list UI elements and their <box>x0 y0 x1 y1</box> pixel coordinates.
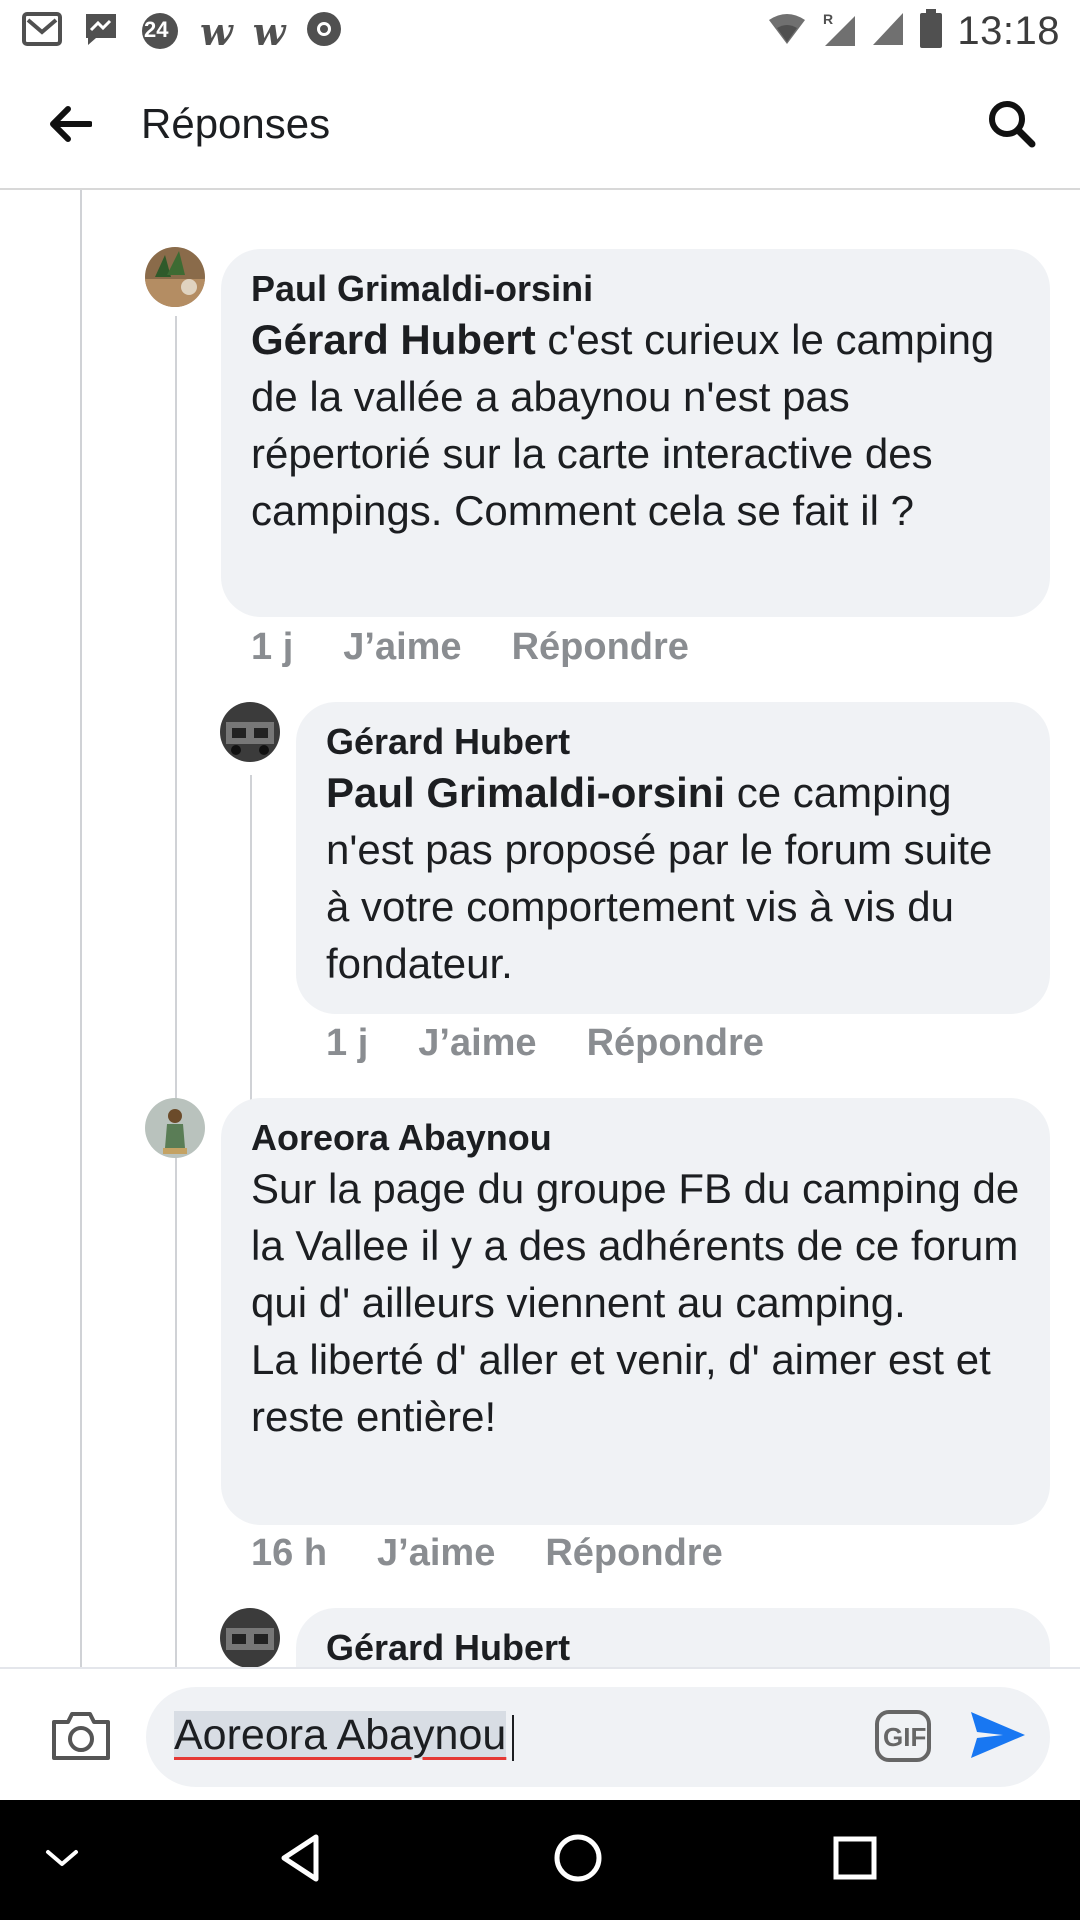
comment-actions: 1 j J’aime Répondre <box>326 1022 764 1065</box>
gif-button[interactable]: GIF <box>874 1709 932 1763</box>
chrome-icon <box>305 10 343 53</box>
comment-text: Paul Grimaldi-orsini ce camping n'est pa… <box>326 769 993 987</box>
like-button[interactable]: J’aime <box>343 626 461 669</box>
comment-author[interactable]: Gérard Hubert <box>326 1626 1020 1667</box>
gif-label: GIF <box>883 1722 927 1752</box>
comment-bubble[interactable]: Aoreora Abaynou Sur la page du groupe FB… <box>221 1098 1050 1525</box>
comment-actions: 1 j J’aime Répondre <box>251 626 689 669</box>
avatar[interactable] <box>220 702 280 762</box>
keyboard-hide-button[interactable] <box>30 1828 94 1892</box>
avatar[interactable] <box>145 247 205 307</box>
reply-button[interactable]: Répondre <box>512 626 689 669</box>
comment-actions: 16 h J’aime Répondre <box>251 1532 723 1575</box>
w-app-icon: w <box>252 8 286 54</box>
recents-square-icon <box>832 1835 878 1886</box>
page-title: Réponses <box>141 100 331 147</box>
comment-text: Sur la page du groupe FB du camping de l… <box>251 1165 1020 1440</box>
w-app-icon: w <box>200 8 233 54</box>
nav-back-button[interactable] <box>268 1828 332 1892</box>
comment-author[interactable]: Aoreora Abaynou <box>251 1116 1020 1160</box>
comment-time: 1 j <box>251 626 294 668</box>
comment-bubble[interactable]: Gérard Hubert Paul Grimaldi-orsini ce ca… <box>296 702 1050 1014</box>
svg-text:R: R <box>823 11 833 27</box>
send-button[interactable] <box>964 1705 1030 1769</box>
avatar[interactable] <box>145 1098 205 1158</box>
nav-recents-button[interactable] <box>823 1828 887 1892</box>
messenger-icon <box>82 10 120 53</box>
comment-author[interactable]: Paul Grimaldi-orsini <box>251 267 1020 311</box>
home-circle-icon <box>552 1832 604 1889</box>
like-button[interactable]: J’aime <box>377 1532 495 1575</box>
text-caret <box>512 1714 515 1761</box>
search-button[interactable] <box>980 94 1044 158</box>
mention-link[interactable]: Gérard Hubert <box>251 316 536 363</box>
signal-roaming-icon: R <box>821 10 857 53</box>
app-bar: Réponses <box>0 62 1080 190</box>
comment-time: 16 h <box>251 1532 328 1574</box>
thread-line <box>80 190 82 1667</box>
back-triangle-icon <box>276 1833 324 1888</box>
status-bar: 24 w w R 13:18 <box>0 0 1080 62</box>
signal-icon <box>871 11 905 52</box>
nav-home-button[interactable] <box>546 1828 610 1892</box>
comment-bubble[interactable]: Paul Grimaldi-orsini Gérard Hubert c'est… <box>221 249 1050 617</box>
comment-text: Gérard Hubert c'est curieux le camping d… <box>251 316 995 534</box>
chevron-down-icon <box>42 1846 82 1875</box>
battery-icon <box>919 8 943 54</box>
send-icon <box>967 1708 1027 1767</box>
reply-button[interactable]: Répondre <box>545 1532 722 1575</box>
like-button[interactable]: J’aime <box>418 1022 536 1065</box>
mention-link[interactable]: Paul Grimaldi-orsini <box>326 769 725 816</box>
gmail-icon <box>22 11 62 51</box>
news-24-icon: 24 <box>140 11 180 51</box>
reply-composer: Aoreora Abaynou GIF <box>0 1667 1080 1800</box>
replies-feed[interactable]: Paul Grimaldi-orsini Gérard Hubert c'est… <box>0 190 1080 1667</box>
reply-input-text[interactable]: Aoreora Abaynou <box>174 1711 515 1761</box>
comment-bubble[interactable]: Gérard Hubert <box>296 1608 1050 1667</box>
camera-icon <box>50 1710 112 1767</box>
arrow-left-icon <box>48 105 93 147</box>
reply-input[interactable]: Aoreora Abaynou GIF <box>146 1687 1050 1787</box>
avatar[interactable] <box>220 1608 280 1667</box>
search-icon <box>987 99 1037 154</box>
reply-button[interactable]: Répondre <box>587 1022 764 1065</box>
comment-time: 1 j <box>326 1022 369 1064</box>
wifi-icon <box>767 12 807 51</box>
camera-button[interactable] <box>46 1703 116 1773</box>
back-button[interactable] <box>40 96 100 156</box>
system-nav-bar <box>0 1800 1080 1920</box>
comment-author[interactable]: Gérard Hubert <box>326 720 1020 764</box>
status-clock: 13:18 <box>957 8 1060 53</box>
thread-line <box>175 1172 177 1667</box>
